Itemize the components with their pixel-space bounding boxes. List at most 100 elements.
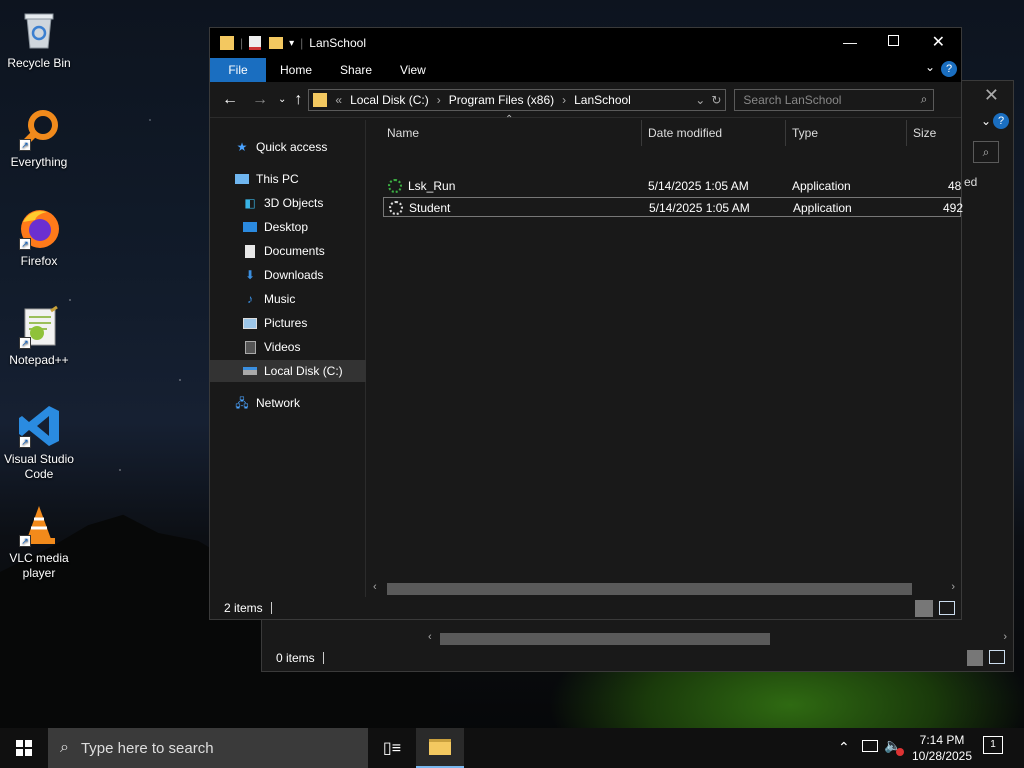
- address-dropdown-icon[interactable]: ⌄: [695, 93, 705, 107]
- column-date-modified[interactable]: Date modified: [642, 120, 786, 146]
- file-name: Student: [409, 201, 451, 215]
- title-bar[interactable]: | ▾ | LanSchool — ✕: [210, 28, 961, 58]
- scroll-left-icon[interactable]: ‹: [428, 631, 432, 643]
- breadcrumb-overflow[interactable]: «: [335, 93, 342, 107]
- status-bar: 2 items: [210, 597, 961, 619]
- taskbar-file-explorer[interactable]: [416, 728, 464, 768]
- scrollbar-thumb[interactable]: [387, 583, 912, 595]
- scroll-right-icon[interactable]: ›: [1003, 631, 1007, 643]
- nav-downloads[interactable]: ⬇ Downloads: [210, 264, 366, 286]
- desktop-icon-firefox[interactable]: ↗ Firefox: [2, 206, 76, 269]
- nav-this-pc[interactable]: This PC: [210, 168, 366, 190]
- expand-ribbon-icon[interactable]: ⌄: [925, 60, 935, 74]
- start-button[interactable]: [0, 728, 48, 768]
- action-center-icon[interactable]: 1: [983, 736, 1003, 754]
- chevron-right-icon[interactable]: ›: [437, 93, 441, 107]
- details-view-icon[interactable]: [915, 600, 933, 617]
- desktop-icon-notepad-plus-plus[interactable]: ↗ Notepad++: [2, 305, 76, 368]
- file-date: 5/14/2025 1:05 AM: [648, 179, 749, 193]
- file-type: Application: [792, 179, 851, 193]
- network-status-icon[interactable]: [862, 740, 878, 752]
- file-date: 5/14/2025 1:05 AM: [649, 201, 750, 215]
- taskbar-search-input[interactable]: Type here to search: [81, 740, 214, 757]
- close-icon[interactable]: ✕: [984, 85, 999, 106]
- file-name: Lsk_Run: [408, 179, 456, 193]
- nav-quick-access[interactable]: ★ Quick access: [210, 136, 366, 158]
- forward-arrow-icon[interactable]: →: [252, 91, 268, 109]
- up-arrow-icon[interactable]: ↑: [294, 91, 302, 109]
- vlc-icon: ↗: [17, 503, 61, 547]
- nav-network[interactable]: 🖧 Network: [210, 392, 366, 414]
- search-icon[interactable]: ⌕: [973, 141, 999, 163]
- tab-view[interactable]: View: [386, 58, 440, 82]
- breadcrumb-program-files[interactable]: Program Files (x86): [449, 93, 554, 107]
- large-icons-view-icon[interactable]: [989, 650, 1005, 664]
- scroll-left-icon[interactable]: ‹: [373, 581, 377, 593]
- column-type[interactable]: Type: [786, 120, 907, 146]
- scrollbar-thumb[interactable]: [440, 633, 770, 645]
- desktop-icon-label: Everything: [10, 155, 68, 169]
- maximize-icon[interactable]: [888, 35, 899, 46]
- desktop-icon-label: Notepad++: [9, 353, 69, 367]
- refresh-icon[interactable]: ↻: [711, 93, 721, 107]
- chevron-right-icon[interactable]: ›: [562, 93, 566, 107]
- new-folder-icon[interactable]: [269, 37, 284, 49]
- properties-icon[interactable]: [249, 36, 262, 50]
- search-input[interactable]: Search LanSchool: [743, 93, 841, 107]
- horizontal-scrollbar[interactable]: ‹ ›: [367, 580, 961, 598]
- tab-share[interactable]: Share: [326, 58, 386, 82]
- scroll-right-icon[interactable]: ›: [951, 581, 955, 593]
- desktop-icon-recycle-bin[interactable]: Recycle Bin: [2, 8, 76, 71]
- file-row[interactable]: Student 5/14/2025 1:05 AM Application 49…: [383, 197, 963, 217]
- firefox-icon: ↗: [17, 206, 61, 250]
- chevron-down-icon[interactable]: ⌄: [981, 114, 991, 128]
- item-count: 2 items: [224, 601, 263, 615]
- desktop-icon-vscode[interactable]: ↗ Visual Studio Code: [2, 404, 76, 482]
- breadcrumb-lanschool[interactable]: LanSchool: [574, 93, 631, 107]
- status-bar: 0 items: [262, 645, 1013, 671]
- desktop-icon-everything[interactable]: ↗ Everything: [2, 107, 76, 170]
- column-size[interactable]: Size: [907, 120, 967, 146]
- breadcrumb-local-disk[interactable]: Local Disk (C:): [350, 93, 429, 107]
- address-bar[interactable]: « Local Disk (C:) › Program Files (x86) …: [308, 88, 727, 111]
- partial-text: ed: [964, 175, 978, 189]
- desktop-icon-label: Visual Studio Code: [4, 452, 74, 481]
- drive-icon: [242, 364, 258, 378]
- nav-documents[interactable]: Documents: [210, 240, 366, 262]
- windows-logo-icon: [16, 740, 32, 756]
- tab-file[interactable]: File: [210, 58, 266, 82]
- tab-home[interactable]: Home: [266, 58, 326, 82]
- nav-music[interactable]: ♪ Music: [210, 288, 366, 310]
- clock[interactable]: 7:14 PM 10/28/2025: [904, 732, 980, 764]
- help-icon[interactable]: ?: [941, 61, 957, 77]
- help-icon[interactable]: ?: [993, 113, 1009, 129]
- close-icon[interactable]: ✕: [932, 32, 945, 52]
- explorer-window[interactable]: | ▾ | LanSchool — ✕ File Home Share View…: [209, 27, 963, 620]
- file-list[interactable]: ⌃ Name Date modified Type Size Lsk_Run 5…: [367, 114, 963, 598]
- folder-icon: [313, 92, 328, 107]
- nav-3d-objects[interactable]: ◧ 3D Objects: [210, 192, 366, 214]
- column-name[interactable]: Name: [381, 120, 642, 146]
- task-view-icon[interactable]: ▯≡: [368, 728, 416, 768]
- music-note-icon: ♪: [247, 292, 253, 306]
- computer-icon: [234, 172, 250, 186]
- nav-videos[interactable]: Videos: [210, 336, 366, 358]
- details-view-icon[interactable]: [967, 650, 983, 666]
- application-icon: [388, 179, 402, 193]
- large-icons-view-icon[interactable]: [939, 601, 955, 615]
- search-icon[interactable]: ⌕: [921, 92, 928, 107]
- nav-pictures[interactable]: Pictures: [210, 312, 366, 334]
- taskbar-search-box[interactable]: ⌕ Type here to search: [48, 728, 368, 768]
- recent-locations-icon[interactable]: ⌄: [278, 94, 286, 105]
- nav-desktop[interactable]: Desktop: [210, 216, 366, 238]
- file-row[interactable]: Lsk_Run 5/14/2025 1:05 AM Application 48: [383, 176, 961, 196]
- customize-toolbar-icon[interactable]: ▾: [289, 38, 294, 49]
- minimize-icon[interactable]: —: [843, 34, 857, 50]
- desktop-icon-vlc[interactable]: ↗ VLC media player: [2, 503, 76, 581]
- network-icon: 🖧: [235, 396, 249, 410]
- chevron-up-icon[interactable]: ⌃: [838, 739, 850, 756]
- nav-local-disk[interactable]: Local Disk (C:): [210, 360, 366, 382]
- back-arrow-icon[interactable]: ←: [222, 91, 238, 109]
- search-box[interactable]: Search LanSchool ⌕: [734, 88, 935, 111]
- picture-icon: [242, 316, 258, 330]
